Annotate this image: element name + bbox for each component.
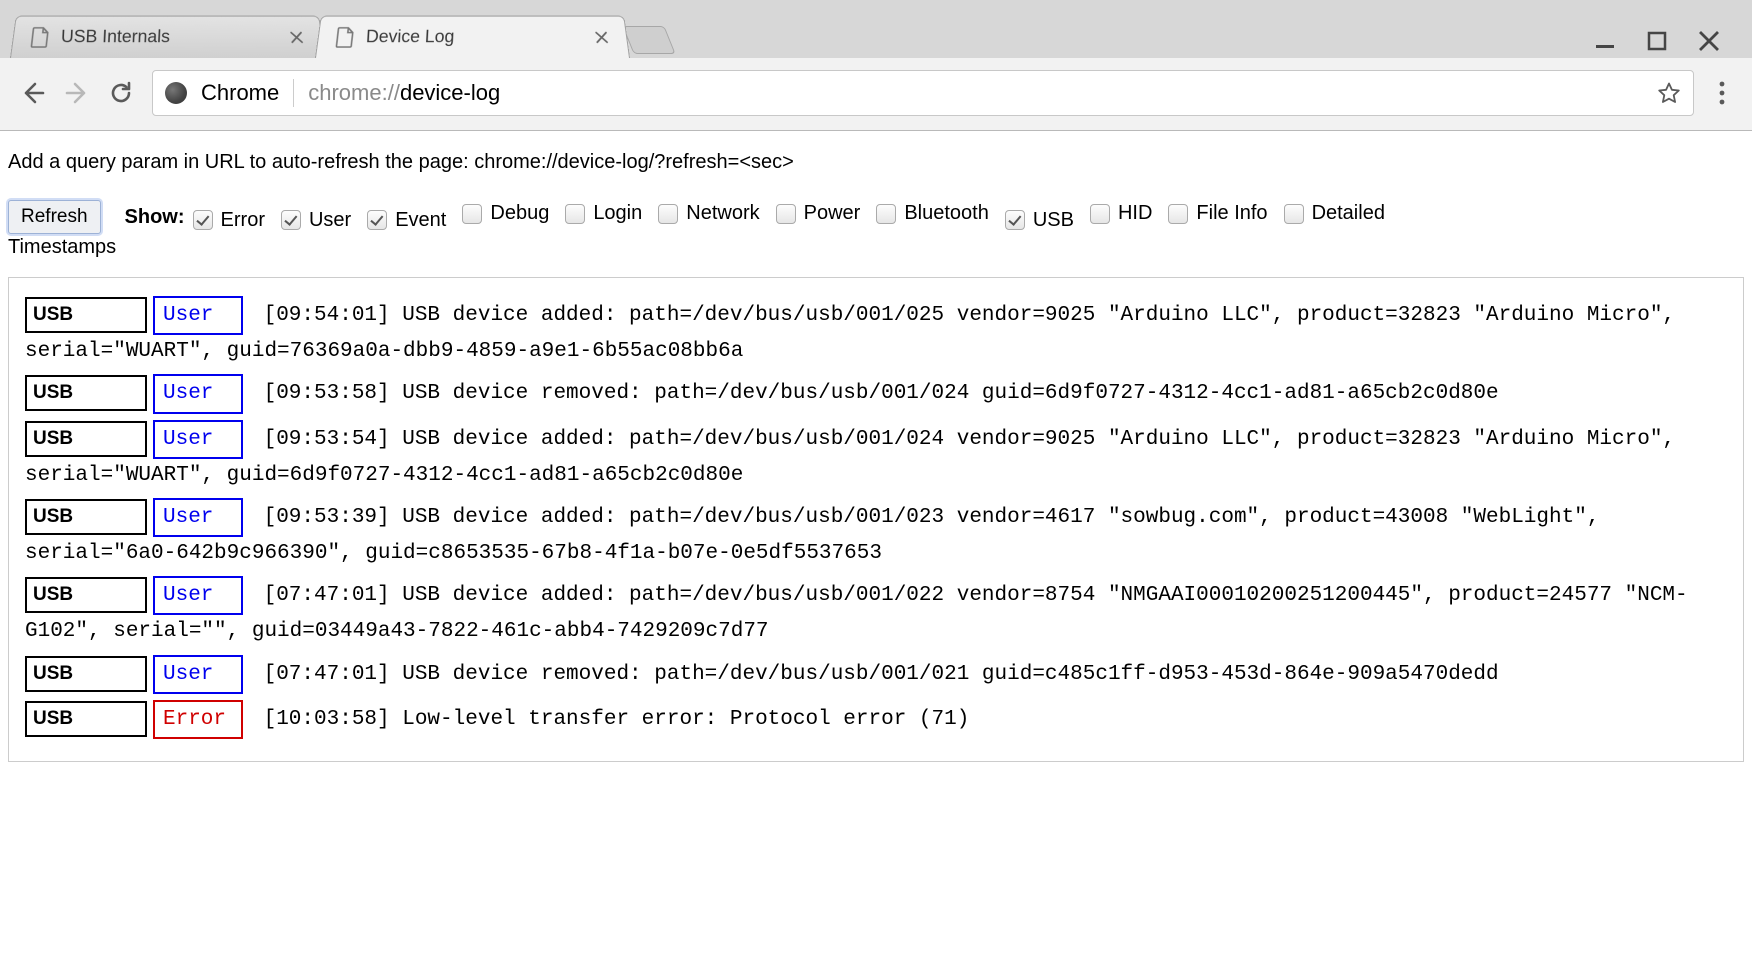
checkbox-icon[interactable] [1090,204,1110,224]
tab-usb-internals[interactable]: USB Internals [10,16,325,58]
browser-chrome: USB Internals Device Log [0,0,1752,131]
log-level-tag: User [153,374,243,413]
new-tab-button[interactable] [622,26,675,54]
log-message: [09:53:39] USB device added: path=/dev/b… [25,506,1599,565]
log-type-tag: USB [25,421,147,457]
log-level-tag: Error [153,700,243,739]
checkbox-icon[interactable] [367,210,387,230]
filter-label: Error [221,209,265,232]
log-message: [09:54:01] USB device added: path=/dev/b… [25,304,1675,363]
filter-user[interactable]: User [281,209,351,232]
filter-label: Network [686,202,759,225]
log-level-tag: User [153,420,243,459]
log-level-tag: User [153,655,243,694]
filter-event[interactable]: Event [367,209,446,232]
log-entry: USBUser [09:53:39] USB device added: pat… [25,498,1727,570]
log-container: USBUser [09:54:01] USB device added: pat… [8,277,1744,762]
filter-bluetooth[interactable]: Bluetooth [876,202,989,225]
file-icon [335,26,355,47]
back-button[interactable] [20,80,46,106]
filter-network[interactable]: Network [658,202,759,225]
log-type-tag: USB [25,577,147,613]
log-level-tag: User [153,576,243,615]
log-message: [07:47:01] USB device added: path=/dev/b… [25,584,1688,643]
minimize-icon[interactable] [1594,30,1616,52]
filter-label: Bluetooth [904,202,989,225]
forward-button[interactable] [64,80,90,106]
detailed-timestamps-label: Timestamps [8,236,1744,259]
log-level-tag: User [153,498,243,537]
filter-label: HID [1118,202,1152,225]
divider [293,79,294,107]
checkbox-icon[interactable] [1284,204,1304,224]
log-entry: USBUser [07:47:01] USB device added: pat… [25,576,1727,648]
log-entry: USBUser [07:47:01] USB device removed: p… [25,655,1727,694]
kebab-menu-icon[interactable] [1712,80,1732,106]
reload-button[interactable] [108,80,134,106]
toolbar: Chrome chrome://device-log [0,58,1752,130]
tab-title: Device Log [365,27,455,47]
log-type-tag: USB [25,656,147,692]
log-type-tag: USB [25,701,147,737]
checkbox-icon[interactable] [658,204,678,224]
checkbox-icon[interactable] [1168,204,1188,224]
tab-title: USB Internals [61,27,171,47]
refresh-button[interactable]: Refresh [8,200,101,234]
filter-usb[interactable]: USB [1005,209,1074,232]
checkbox-icon[interactable] [565,204,585,224]
window-controls [1594,30,1742,58]
filter-label: Debug [490,202,549,225]
omnibox[interactable]: Chrome chrome://device-log [152,70,1694,116]
log-type-tag: USB [25,297,147,333]
tab-device-log[interactable]: Device Log [315,16,630,58]
bookmark-star-icon[interactable] [1657,81,1681,105]
filter-hid[interactable]: HID [1090,202,1152,225]
checkbox-icon[interactable] [876,204,896,224]
filter-error[interactable]: Error [193,209,265,232]
filter-label: Detailed [1312,202,1385,225]
filter-label: User [309,209,351,232]
filter-label: Login [593,202,642,225]
log-entry: USBUser [09:53:54] USB device added: pat… [25,420,1727,492]
log-message: [10:03:58] Low-level transfer error: Pro… [251,708,969,731]
filter-label: USB [1033,209,1074,232]
filter-label: Power [804,202,861,225]
log-message: [09:53:58] USB device removed: path=/dev… [251,382,1499,405]
maximize-icon[interactable] [1646,30,1668,52]
auto-refresh-hint: Add a query param in URL to auto-refresh… [8,151,1744,174]
filter-login[interactable]: Login [565,202,642,225]
controls-row: Refresh Show: Error User Event Debug Login Ne… [8,200,1744,234]
log-message: [07:47:01] USB device removed: path=/dev… [251,663,1499,686]
tab-strip: USB Internals Device Log [0,0,1752,58]
file-icon [30,26,50,47]
filter-detailed[interactable]: Detailed [1284,202,1385,225]
filter-label: Event [395,209,446,232]
log-level-tag: User [153,296,243,335]
log-entry: USBUser [09:53:58] USB device removed: p… [25,374,1727,413]
close-icon[interactable] [289,30,304,43]
checkbox-icon[interactable] [193,210,213,230]
log-message: [09:53:54] USB device added: path=/dev/b… [25,428,1675,487]
checkbox-icon[interactable] [281,210,301,230]
window-close-icon[interactable] [1698,30,1720,52]
close-icon[interactable] [594,30,609,43]
filter-debug[interactable]: Debug [462,202,549,225]
page-content: Add a query param in URL to auto-refresh… [0,131,1752,776]
filter-fileinfo[interactable]: File Info [1168,202,1267,225]
checkbox-icon[interactable] [776,204,796,224]
log-entry: USBError [10:03:58] Low-level transfer e… [25,700,1727,739]
filter-power[interactable]: Power [776,202,861,225]
checkbox-icon[interactable] [462,204,482,224]
log-entry: USBUser [09:54:01] USB device added: pat… [25,296,1727,368]
filter-label: File Info [1196,202,1267,225]
omnibox-scheme-chip: Chrome [201,80,279,106]
log-type-tag: USB [25,499,147,535]
checkbox-icon[interactable] [1005,210,1025,230]
show-label: Show: [125,206,185,229]
chrome-icon [165,82,187,104]
omnibox-url: chrome://device-log [308,80,500,106]
log-type-tag: USB [25,375,147,411]
